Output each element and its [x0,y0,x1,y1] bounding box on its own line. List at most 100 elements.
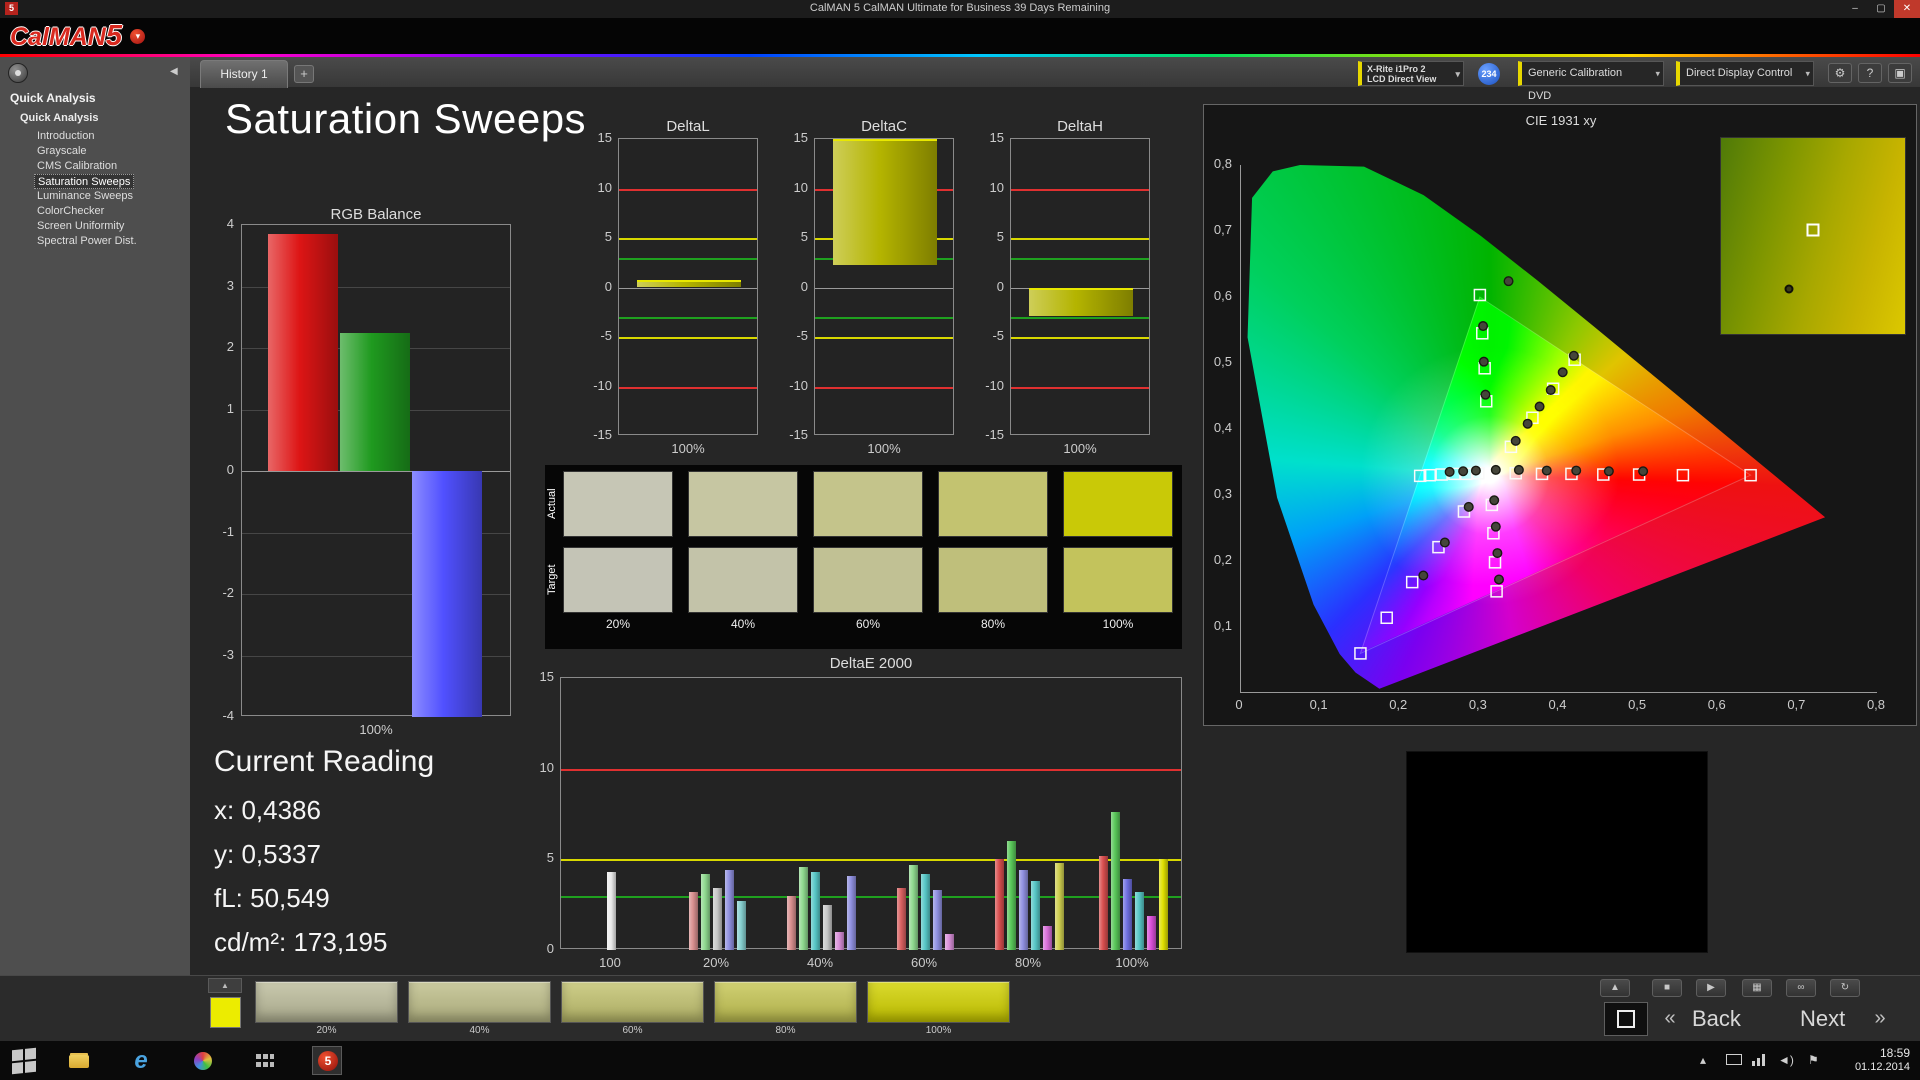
deltac-plot [814,138,954,435]
play-button[interactable]: ▶ [1696,979,1726,997]
cie-ytick: 0,5 [1213,354,1232,369]
hidden-icons-icon[interactable]: ▴ [1700,1053,1706,1067]
clock-date[interactable]: 01.12.2014 [1840,1061,1910,1073]
color-app-icon[interactable] [188,1046,218,1075]
maximize-button[interactable]: ▢ [1868,0,1894,18]
calman-logo: CalMAN5 ▾ [10,20,146,53]
add-tab-button[interactable]: + [294,65,314,83]
bottom-swatch-label: 40% [469,1025,490,1036]
screen-config-button[interactable]: ▣ [1888,63,1912,83]
titlebar: 5 CalMAN 5 CalMAN Ultimate for Business … [0,0,1920,18]
minimize-button[interactable]: – [1842,0,1868,18]
next-chevron-icon[interactable]: » [1866,1002,1894,1036]
close-button[interactable]: ✕ [1894,0,1920,18]
display-mode-button[interactable] [1604,1002,1648,1036]
deltae-bar [822,904,832,950]
rgb-ytick: 2 [226,339,234,354]
sidebar-header: Quick Analysis [10,91,96,105]
cie-measured-marker [1489,495,1500,506]
sidebar-collapse-button[interactable]: ◀ [170,66,178,77]
network-icon[interactable] [1752,1053,1768,1066]
ref-line [619,188,757,191]
loop-button[interactable]: ∞ [1786,979,1816,997]
grid-app-icon[interactable] [250,1046,280,1075]
sidebar-item-grayscale[interactable]: Grayscale [34,144,90,159]
deltae-xlabel: 80% [1014,955,1042,970]
refresh-button[interactable]: ↻ [1830,979,1860,997]
bottom-swatch-100[interactable] [867,981,1010,1023]
swatch-actual-60 [813,471,923,537]
source-dropdown[interactable]: Generic Calibration DVD ▾ [1518,61,1664,102]
clock-time[interactable]: 18:59 [1840,1046,1910,1060]
deltae-ytick: 10 [539,759,554,775]
reading-count-badge[interactable]: 234 [1478,63,1500,85]
deltae-bar [1042,926,1052,950]
stop-button[interactable]: ■ [1652,979,1682,997]
ref-line [815,317,953,320]
swatch-actual-100 [1063,471,1173,537]
logo-menu-button[interactable]: ▾ [130,29,146,44]
sidebar-back-button[interactable] [8,63,28,83]
chevron-down-icon: ▾ [1655,68,1660,78]
deltae-bar [688,891,698,950]
deltac-xlabel: 100% [867,441,901,456]
rgb-ytick: -2 [222,585,234,600]
back-chevron-icon[interactable]: « [1656,1002,1684,1036]
swatch-target-100 [1063,547,1173,613]
sidebar-item-luminance-sweeps[interactable]: Luminance Sweeps [34,189,136,204]
cie-measured-marker [1513,464,1524,475]
display-control-label: Direct Display Control [1686,67,1793,79]
sidebar-item-spectral-power-dist[interactable]: Spectral Power Dist. [34,234,140,249]
deltal-title: DeltaL [666,118,710,135]
tab-history-1[interactable]: History 1 [200,60,288,88]
deltah-plot [1010,138,1150,435]
cie-xtick: 0,5 [1628,697,1647,712]
collapse-strip-button[interactable]: ▲ [208,978,242,993]
sidebar-item-saturation-sweeps[interactable]: Saturation Sweeps [34,174,135,189]
save-button[interactable]: ▦ [1742,979,1772,997]
sidebar-item-cms-calibration[interactable]: CMS Calibration [34,159,120,174]
current-reading-title: Current Reading [214,745,435,778]
cie-measured-marker [1534,401,1545,412]
internet-explorer-icon[interactable]: e [126,1046,156,1075]
bottom-swatch-80[interactable] [714,981,857,1023]
volume-icon[interactable]: ◄) [1778,1053,1794,1067]
deltae-bar [1018,870,1028,950]
gear-icon[interactable]: ⚙ [1828,63,1852,83]
sidebar-item-screen-uniformity[interactable]: Screen Uniformity [34,219,127,234]
calman-taskbar-icon[interactable] [312,1046,342,1075]
cie-measured-marker [1458,466,1469,477]
deltac-ytick: 15 [793,130,808,145]
bottom-swatch-40[interactable] [408,981,551,1023]
start-button[interactable] [12,1047,36,1075]
deltae-bar [1146,915,1156,950]
deltah-title: DeltaH [1057,118,1103,135]
cie-measured-marker [1541,465,1552,476]
cie-measured-marker [1503,276,1514,287]
logo-text: CalMAN [10,23,106,51]
deltal-plot [618,138,758,435]
file-explorer-icon[interactable] [64,1046,94,1075]
sidebar-item-introduction[interactable]: Introduction [34,129,97,144]
bottom-swatch-60[interactable] [561,981,704,1023]
tabbar: History 1 + X-Rite i1Pro 2 LCD Direct Vi… [0,57,1920,102]
swatch-target-80 [938,547,1048,613]
cie-measured-marker [1571,465,1582,476]
swatch-col-label: 60% [855,617,881,631]
action-center-icon[interactable]: ⚑ [1808,1053,1819,1067]
deltac-ytick: 10 [793,179,808,195]
back-button[interactable]: Back [1692,1002,1741,1036]
deltae-title: DeltaE 2000 [829,655,913,672]
deltae-bar [1122,879,1132,950]
eject-button[interactable]: ▲ [1600,979,1630,997]
source-label: Generic Calibration DVD [1528,67,1623,102]
meter-dropdown[interactable]: X-Rite i1Pro 2 LCD Direct View ▾ [1358,61,1464,86]
display-tray-icon[interactable] [1726,1054,1742,1065]
sidebar-root-item[interactable]: Quick Analysis [20,112,98,124]
bottom-swatch-20[interactable] [255,981,398,1023]
display-control-dropdown[interactable]: Direct Display Control ▾ [1676,61,1814,86]
help-button[interactable]: ? [1858,63,1882,83]
deltae-xlabel: 60% [910,955,938,970]
next-button[interactable]: Next [1800,1002,1845,1036]
sidebar-item-colorchecker[interactable]: ColorChecker [34,204,107,219]
